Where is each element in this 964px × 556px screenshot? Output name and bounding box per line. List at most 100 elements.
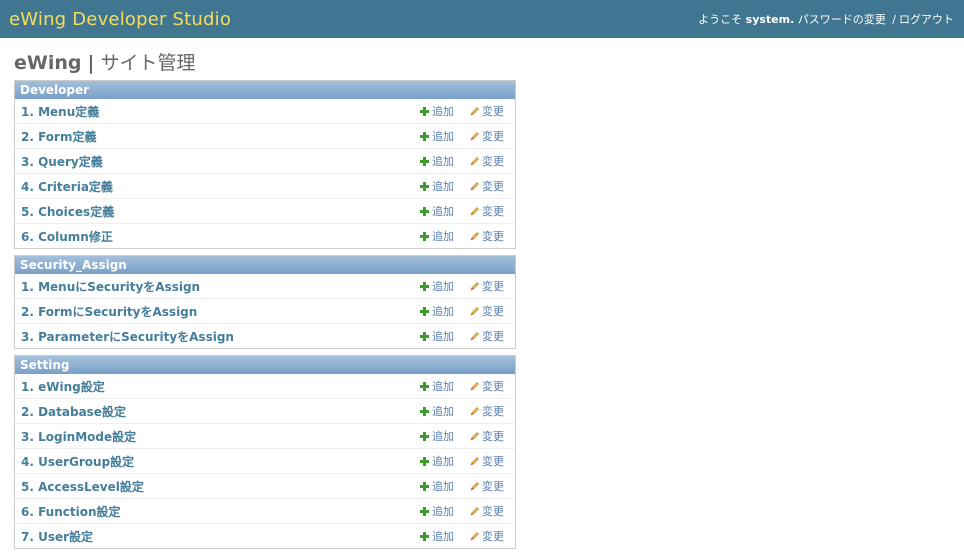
add-link[interactable]: 追加 — [419, 528, 454, 544]
add-link[interactable]: 追加 — [419, 128, 454, 144]
model-link[interactable]: 7. User設定 — [21, 528, 419, 545]
change-link[interactable]: 変更 — [469, 428, 504, 444]
change-link[interactable]: 変更 — [469, 528, 504, 544]
plus-icon — [420, 206, 429, 216]
pencil-icon — [470, 481, 479, 491]
plus-icon — [420, 281, 429, 291]
add-link[interactable]: 追加 — [419, 178, 454, 194]
pencil-icon — [470, 306, 479, 316]
model-link[interactable]: 6. Column修正 — [21, 228, 419, 245]
add-label: 追加 — [432, 180, 454, 193]
add-link[interactable]: 追加 — [419, 278, 454, 294]
change-label: 変更 — [482, 230, 504, 243]
add-label: 追加 — [432, 205, 454, 218]
change-link[interactable]: 変更 — [469, 453, 504, 469]
add-label: 追加 — [432, 155, 454, 168]
pencil-icon — [470, 281, 479, 291]
add-label: 追加 — [432, 305, 454, 318]
page-title-separator: | — [87, 52, 95, 74]
change-label: 変更 — [482, 130, 504, 143]
model-link[interactable]: 2. Form定義 — [21, 128, 419, 145]
model-link[interactable]: 5. AccessLevel設定 — [21, 478, 419, 495]
change-password-link[interactable]: パスワードの変更 — [798, 13, 886, 26]
site-brand[interactable]: eWing Developer Studio — [9, 9, 231, 30]
model-link[interactable]: 1. MenuにSecurityをAssign — [21, 278, 419, 295]
add-link[interactable]: 追加 — [419, 453, 454, 469]
model-link[interactable]: 6. Function設定 — [21, 503, 419, 520]
plus-icon — [420, 456, 429, 466]
change-label: 変更 — [482, 180, 504, 193]
plus-icon — [420, 506, 429, 516]
add-label: 追加 — [432, 380, 454, 393]
add-label: 追加 — [432, 480, 454, 493]
add-link[interactable]: 追加 — [419, 203, 454, 219]
add-label: 追加 — [432, 530, 454, 543]
model-link[interactable]: 2. Database設定 — [21, 403, 419, 420]
add-link[interactable]: 追加 — [419, 503, 454, 519]
add-link[interactable]: 追加 — [419, 153, 454, 169]
model-link[interactable]: 4. UserGroup設定 — [21, 453, 419, 470]
change-link[interactable]: 変更 — [469, 503, 504, 519]
model-row: 1. eWing設定 追加 変更 — [15, 374, 515, 399]
module-caption[interactable]: Setting — [15, 356, 515, 374]
change-label: 変更 — [482, 205, 504, 218]
pencil-icon — [470, 231, 479, 241]
model-link[interactable]: 3. LoginMode設定 — [21, 428, 419, 445]
change-label: 変更 — [482, 505, 504, 518]
pencil-icon — [470, 406, 479, 416]
add-link[interactable]: 追加 — [419, 403, 454, 419]
module-caption[interactable]: Developer — [15, 81, 515, 99]
pencil-icon — [470, 206, 479, 216]
model-row: 6. Function設定 追加 変更 — [15, 499, 515, 524]
logout-link[interactable]: ログアウト — [899, 13, 954, 26]
model-row: 7. User設定 追加 変更 — [15, 524, 515, 548]
model-link[interactable]: 4. Criteria定義 — [21, 178, 419, 195]
pencil-icon — [470, 531, 479, 541]
model-row: 5. Choices定義 追加 変更 — [15, 199, 515, 224]
change-link[interactable]: 変更 — [469, 403, 504, 419]
model-link[interactable]: 1. Menu定義 — [21, 103, 419, 120]
change-link[interactable]: 変更 — [469, 478, 504, 494]
change-link[interactable]: 変更 — [469, 278, 504, 294]
add-link[interactable]: 追加 — [419, 303, 454, 319]
app-module: Setting 1. eWing設定 追加 変更 2. Database設定 追… — [14, 355, 516, 549]
module-rows: 1. MenuにSecurityをAssign 追加 変更 2. FormにSe… — [15, 274, 515, 348]
change-label: 変更 — [482, 480, 504, 493]
add-label: 追加 — [432, 130, 454, 143]
plus-icon — [420, 231, 429, 241]
model-row: 4. Criteria定義 追加 変更 — [15, 174, 515, 199]
change-link[interactable]: 変更 — [469, 378, 504, 394]
change-link[interactable]: 変更 — [469, 128, 504, 144]
model-link[interactable]: 1. eWing設定 — [21, 378, 419, 395]
add-label: 追加 — [432, 105, 454, 118]
add-link[interactable]: 追加 — [419, 428, 454, 444]
change-label: 変更 — [482, 105, 504, 118]
change-link[interactable]: 変更 — [469, 303, 504, 319]
plus-icon — [420, 181, 429, 191]
pencil-icon — [470, 431, 479, 441]
model-link[interactable]: 5. Choices定義 — [21, 203, 419, 220]
add-link[interactable]: 追加 — [419, 328, 454, 344]
add-link[interactable]: 追加 — [419, 103, 454, 119]
add-label: 追加 — [432, 230, 454, 243]
change-label: 変更 — [482, 380, 504, 393]
model-link[interactable]: 2. FormにSecurityをAssign — [21, 303, 419, 320]
change-link[interactable]: 変更 — [469, 153, 504, 169]
change-link[interactable]: 変更 — [469, 103, 504, 119]
change-link[interactable]: 変更 — [469, 203, 504, 219]
user-tools: ようこそ system. パスワードの変更 / ログアウト — [698, 11, 954, 27]
model-link[interactable]: 3. Query定義 — [21, 153, 419, 170]
add-label: 追加 — [432, 405, 454, 418]
add-link[interactable]: 追加 — [419, 478, 454, 494]
change-label: 変更 — [482, 280, 504, 293]
change-link[interactable]: 変更 — [469, 178, 504, 194]
add-link[interactable]: 追加 — [419, 228, 454, 244]
module-caption[interactable]: Security_Assign — [15, 256, 515, 274]
model-link[interactable]: 3. ParameterにSecurityをAssign — [21, 328, 419, 345]
change-link[interactable]: 変更 — [469, 328, 504, 344]
add-link[interactable]: 追加 — [419, 378, 454, 394]
app-module: Security_Assign 1. MenuにSecurityをAssign … — [14, 255, 516, 349]
change-link[interactable]: 変更 — [469, 228, 504, 244]
site-header: eWing Developer Studio ようこそ system. パスワー… — [0, 0, 964, 38]
change-label: 変更 — [482, 405, 504, 418]
